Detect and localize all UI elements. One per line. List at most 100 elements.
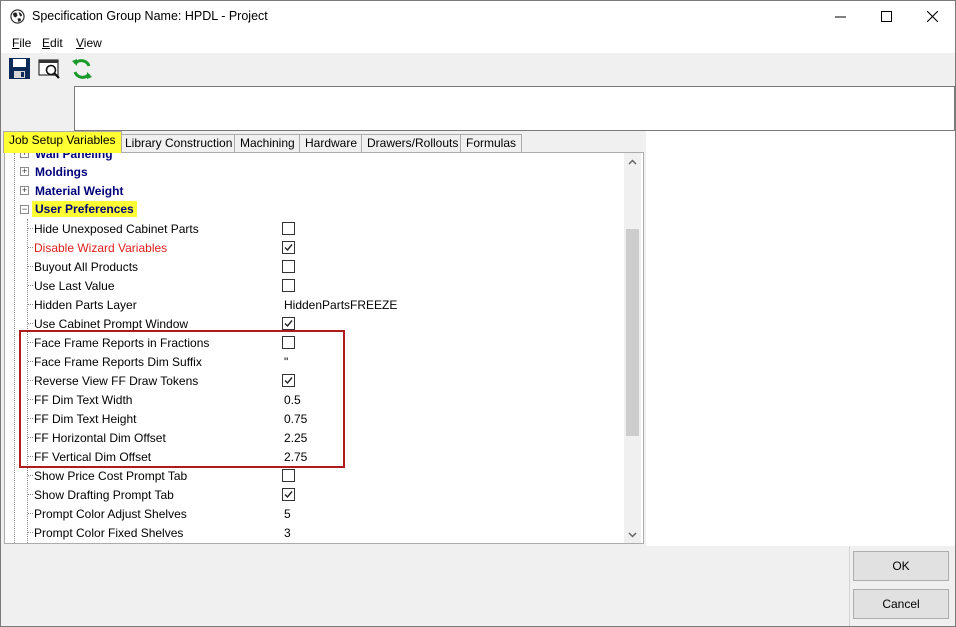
chevron-down-icon [628, 532, 637, 537]
prop-row[interactable]: Show Drafting Prompt Tab [5, 485, 625, 504]
tab-job-setup-variables[interactable]: Job Setup Variables [3, 131, 122, 153]
prop-value[interactable]: " [284, 355, 288, 369]
prop-row[interactable]: Prompt Color Fixed Shelves 3 [5, 523, 625, 542]
spec-group-window: Specification Group Name: HPDL - Project… [0, 0, 956, 627]
prop-label: Hidden Parts Layer [34, 298, 137, 312]
prop-checkbox[interactable] [282, 488, 295, 501]
tab-library-construction[interactable]: Library Construction [119, 134, 239, 153]
chevron-up-icon [628, 159, 637, 164]
prop-value[interactable]: HiddenPartsFREEZE [284, 298, 397, 312]
prop-value[interactable]: 5 [284, 507, 291, 521]
window-title: Specification Group Name: HPDL - Project [32, 9, 268, 23]
node-label: Wall Paneling [35, 152, 113, 161]
expand-icon[interactable]: + [20, 167, 29, 176]
prop-row[interactable]: Reverse View FF Draw Tokens [5, 371, 625, 390]
title-bar: Specification Group Name: HPDL - Project [1, 1, 955, 32]
right-blank-area [646, 131, 955, 546]
prop-label: FF Horizontal Dim Offset [34, 431, 166, 445]
prop-value[interactable]: 2.25 [284, 431, 307, 445]
prop-row[interactable]: Prompt Color Adjust Shelves 5 [5, 504, 625, 523]
prop-checkbox[interactable] [282, 469, 295, 482]
prop-label: FF Dim Text Height [34, 412, 137, 426]
save-icon[interactable] [7, 56, 33, 82]
globe-icon [10, 9, 25, 24]
prop-checkbox[interactable] [282, 336, 295, 349]
bottom-panel [1, 546, 955, 626]
prop-row[interactable]: Use Last Value [5, 276, 625, 295]
prop-checkbox[interactable] [282, 260, 295, 273]
description-box[interactable] [74, 86, 955, 131]
collapse-icon[interactable]: − [20, 205, 29, 214]
prop-label: Disable Wizard Variables [34, 241, 168, 255]
prop-row[interactable]: Face Frame Reports in Fractions [5, 333, 625, 352]
prop-row[interactable]: Hidden Parts Layer HiddenPartsFREEZE [5, 295, 625, 314]
prop-label: Show Drafting Prompt Tab [34, 488, 174, 502]
prop-row[interactable]: Show Price Cost Prompt Tab [5, 466, 625, 485]
menu-edit[interactable]: Edit [42, 36, 63, 50]
scroll-up-button[interactable] [624, 153, 641, 170]
prop-row[interactable]: Use Cabinet Prompt Window [5, 314, 625, 333]
menu-file[interactable]: File [12, 36, 31, 50]
print-preview-icon[interactable] [37, 56, 63, 82]
menu-view[interactable]: View [76, 36, 102, 50]
tab-machining[interactable]: Machining [234, 134, 301, 153]
maximize-button[interactable] [863, 1, 909, 32]
prop-label: Show Price Cost Prompt Tab [34, 469, 188, 483]
checkmark-icon [284, 244, 293, 252]
prop-value[interactable]: 3 [284, 526, 291, 540]
prop-value[interactable]: 2.75 [284, 450, 307, 464]
prop-label: FF Vertical Dim Offset [34, 450, 152, 464]
minimize-button[interactable] [817, 1, 863, 32]
node-label: User Preferences [32, 201, 137, 217]
prop-row[interactable]: Disable Wizard Variables [5, 238, 625, 257]
prop-row[interactable]: FF Dim Text Height 0.75 [5, 409, 625, 428]
prop-label: Use Last Value [34, 279, 115, 293]
expand-icon[interactable]: + [20, 186, 29, 195]
prop-row[interactable]: Hide Unexposed Cabinet Parts [5, 219, 625, 238]
prop-value[interactable]: 0.5 [284, 393, 301, 407]
menu-bar: File Edit View [1, 32, 955, 53]
tab-formulas[interactable]: Formulas [460, 134, 523, 153]
ok-button[interactable]: OK [853, 551, 949, 581]
scroll-down-button[interactable] [624, 526, 641, 543]
prop-label: Hide Unexposed Cabinet Parts [34, 222, 199, 236]
checkmark-icon [284, 491, 293, 499]
prop-checkbox[interactable] [282, 279, 295, 292]
prop-checkbox[interactable] [282, 222, 295, 235]
prop-label: Face Frame Reports Dim Suffix [34, 355, 202, 369]
prop-checkbox[interactable] [282, 374, 295, 387]
tree-node-user-preferences[interactable]: − User Preferences [5, 200, 625, 219]
maximize-icon [880, 11, 892, 22]
tab-drawers-rollouts[interactable]: Drawers/Rollouts [361, 134, 465, 153]
bottom-divider [849, 546, 850, 626]
tab-hardware[interactable]: Hardware [299, 134, 364, 153]
tree-node-material-weight[interactable]: + Material Weight [5, 181, 625, 200]
prop-row[interactable]: FF Dim Text Width 0.5 [5, 390, 625, 409]
variables-tree[interactable]: + Wall Paneling + Moldings + Material We… [4, 152, 644, 544]
checkmark-icon [284, 320, 293, 328]
close-icon [926, 11, 938, 22]
prop-row[interactable]: FF Horizontal Dim Offset 2.25 [5, 428, 625, 447]
toolbar [1, 53, 955, 86]
node-label: Moldings [35, 165, 88, 179]
left-gutter [1, 86, 74, 131]
prop-label: FF Dim Text Width [34, 393, 133, 407]
prop-checkbox[interactable] [282, 317, 295, 330]
prop-label: Prompt Color Adjust Shelves [34, 507, 187, 521]
prop-row[interactable]: FF Vertical Dim Offset 2.75 [5, 447, 625, 466]
prop-label: Use Cabinet Prompt Window [34, 317, 189, 331]
refresh-icon[interactable] [69, 56, 95, 82]
tree-node-moldings[interactable]: + Moldings [5, 162, 625, 181]
prop-label: Prompt Color Fixed Shelves [34, 526, 184, 540]
vertical-scrollbar[interactable] [624, 153, 641, 543]
minimize-icon [834, 16, 846, 18]
prop-checkbox[interactable] [282, 241, 295, 254]
prop-value[interactable]: 0.75 [284, 412, 307, 426]
close-button[interactable] [909, 1, 955, 32]
prop-label: Buyout All Products [34, 260, 139, 274]
scroll-thumb[interactable] [626, 229, 639, 436]
prop-row[interactable]: Buyout All Products [5, 257, 625, 276]
cancel-button[interactable]: Cancel [853, 589, 949, 619]
prop-row[interactable]: Face Frame Reports Dim Suffix " [5, 352, 625, 371]
node-label: Material Weight [35, 184, 124, 198]
